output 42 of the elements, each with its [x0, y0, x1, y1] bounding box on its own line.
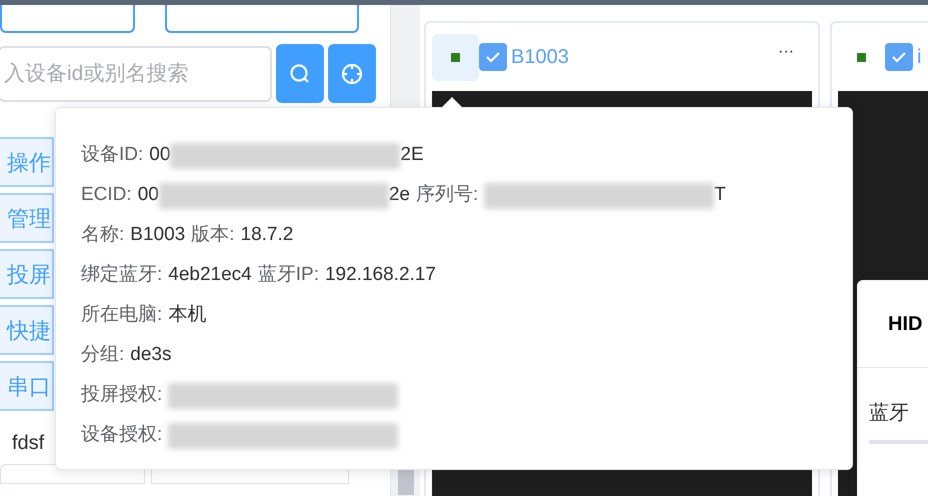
field-value: 192.168.2.17	[324, 263, 436, 288]
field-label: 设备ID:	[81, 143, 144, 168]
dialog-title: HID	[888, 312, 922, 336]
device-name[interactable]: B1003	[511, 42, 569, 72]
checkbox[interactable]	[885, 43, 913, 71]
field-label: 蓝牙IP:	[258, 263, 319, 288]
field-label: 名称:	[81, 223, 124, 248]
field-label: 设备授权:	[81, 423, 162, 448]
field-value: de3s	[130, 343, 172, 368]
field-value: T	[714, 183, 726, 208]
field-label: 投屏授权:	[81, 383, 162, 408]
locate-button[interactable]	[328, 44, 376, 103]
search-icon	[289, 62, 311, 84]
search-field[interactable]: 入设备id或别名搜索	[0, 46, 272, 102]
side-button[interactable]: 操作	[0, 137, 54, 187]
more-button[interactable]: ···	[778, 44, 794, 60]
field-label: 蓝牙	[869, 402, 909, 424]
side-button[interactable]: 快捷	[0, 305, 54, 355]
field-value: 4eb21ec4	[168, 263, 252, 288]
group-label: fdsf	[12, 431, 44, 456]
field-label: ECID:	[81, 183, 132, 208]
field-label: 所在电脑:	[81, 303, 162, 328]
crosshair-icon	[340, 62, 364, 86]
field-label: 分组:	[81, 343, 124, 368]
field-label: 序列号:	[416, 183, 478, 208]
tab-button[interactable]	[165, 5, 359, 33]
field-value: B1003	[130, 223, 186, 248]
field-value: 00	[138, 183, 159, 208]
field-value: 18.7.2	[240, 223, 294, 248]
search-button[interactable]	[276, 44, 324, 103]
field-value: 2E	[400, 143, 424, 168]
side-button[interactable]: 管理	[0, 193, 54, 243]
field-label: 版本:	[191, 223, 235, 248]
checkbox[interactable]	[479, 43, 507, 71]
field-value: 本机	[168, 303, 206, 328]
field-value: 00	[149, 143, 170, 168]
field-label: 绑定蓝牙:	[81, 263, 162, 288]
tab-button[interactable]	[0, 5, 135, 33]
side-button[interactable]: 投屏	[0, 249, 54, 299]
field-value: 2e	[388, 183, 410, 208]
device-name[interactable]: i	[917, 42, 922, 72]
side-button[interactable]: 串口	[0, 361, 54, 411]
